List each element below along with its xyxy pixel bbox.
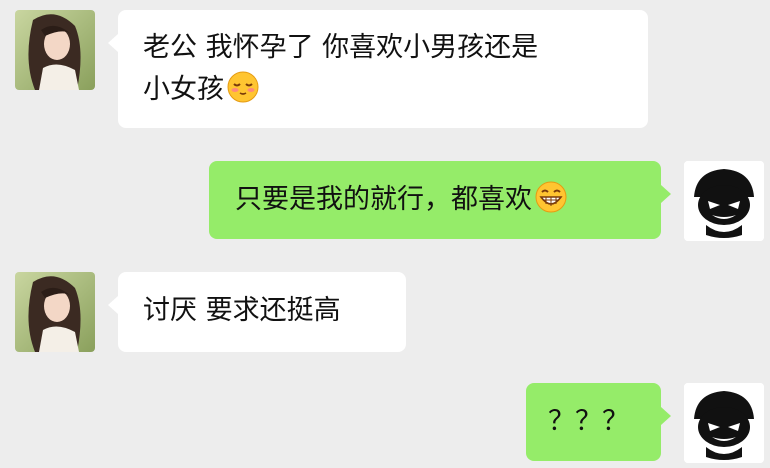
message-bubble-outgoing[interactable]: 只要是我的就行，都喜欢 xyxy=(209,161,671,239)
message-text: 老公 我怀孕了 你喜欢小男孩还是 xyxy=(143,32,539,63)
shy-face-emoji xyxy=(227,71,259,103)
cartoon-face-avatar-icon xyxy=(684,383,764,463)
contact-avatar[interactable] xyxy=(15,272,95,352)
bubble-tail xyxy=(108,34,118,52)
bubble-tail xyxy=(661,185,671,203)
grin-face-emoji xyxy=(535,181,567,213)
contact-avatar[interactable] xyxy=(15,10,95,90)
my-avatar[interactable] xyxy=(684,383,764,463)
message-bubble-incoming[interactable]: 老公 我怀孕了 你喜欢小男孩还是 小女孩 xyxy=(108,10,648,128)
bubble-tail xyxy=(661,407,671,425)
message-bubble-outgoing[interactable]: ？？？ xyxy=(526,383,671,461)
message-text: 讨厌 要求还挺高 xyxy=(143,295,341,326)
message-bubble-incoming[interactable]: 讨厌 要求还挺高 xyxy=(108,272,406,352)
girl-photo-avatar-icon xyxy=(15,10,95,90)
message-text: 只要是我的就行，都喜欢 xyxy=(235,179,645,221)
my-avatar[interactable] xyxy=(684,161,764,241)
cartoon-face-avatar-icon xyxy=(684,161,764,241)
girl-photo-avatar-icon xyxy=(15,272,95,352)
chat-window: 老公 我怀孕了 你喜欢小男孩还是 小女孩 只要是我的就行，都喜欢 讨厌 要求还挺… xyxy=(0,0,770,468)
message-text: 小女孩 xyxy=(143,69,626,111)
bubble-tail xyxy=(108,296,118,314)
message-text: ？？？ xyxy=(548,406,629,437)
